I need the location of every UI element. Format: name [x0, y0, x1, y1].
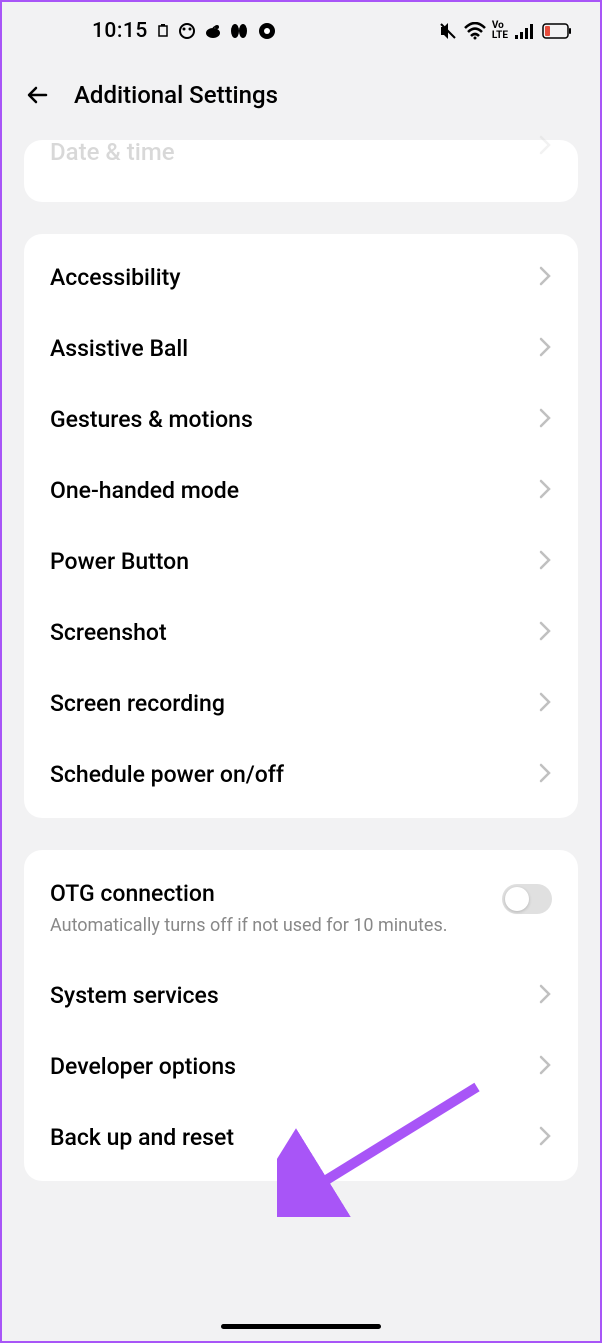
chevron-right-icon: [538, 1125, 552, 1151]
item-label: OTG connection: [50, 880, 502, 907]
item-text: OTG connection Automatically turns off i…: [50, 880, 502, 938]
circle-dot-icon: [258, 22, 276, 40]
status-time: 10:15: [92, 19, 148, 43]
status-bar: 10:15 VoLTE: [2, 2, 600, 60]
settings-card-system: OTG connection Automatically turns off i…: [24, 850, 578, 1181]
power-button-item[interactable]: Power Button: [24, 526, 578, 597]
item-label: Screenshot: [50, 619, 167, 646]
wifi-icon: [464, 22, 486, 40]
signal-icon: [514, 22, 536, 40]
settings-card-accessibility: Accessibility Assistive Ball Gestures & …: [24, 234, 578, 818]
item-label: Power Button: [50, 548, 189, 575]
item-label: Schedule power on/off: [50, 761, 284, 788]
status-right: VoLTE: [438, 21, 572, 41]
home-indicator[interactable]: [221, 1324, 381, 1329]
page-title: Additional Settings: [74, 81, 278, 109]
charging-icon: [156, 24, 170, 38]
item-label: Assistive Ball: [50, 335, 188, 362]
circle-icon: [178, 22, 196, 40]
item-label: Gestures & motions: [50, 406, 253, 433]
item-label: Screen recording: [50, 690, 225, 717]
chevron-right-icon: [538, 762, 552, 788]
otg-connection-item[interactable]: OTG connection Automatically turns off i…: [24, 858, 578, 960]
gestures-motions-item[interactable]: Gestures & motions: [24, 384, 578, 455]
item-label: Date & time: [50, 138, 175, 166]
pills-icon: [230, 22, 250, 40]
settings-content: Date & time Accessibility Assistive Ball…: [2, 130, 600, 1213]
chevron-right-icon: [538, 983, 552, 1009]
accessibility-item[interactable]: Accessibility: [24, 242, 578, 313]
chevron-right-icon: [538, 478, 552, 504]
screenshot-item[interactable]: Screenshot: [24, 597, 578, 668]
item-label: One-handed mode: [50, 477, 239, 504]
date-time-item-partial[interactable]: Date & time: [24, 138, 578, 178]
back-button[interactable]: [22, 79, 54, 111]
screen-recording-item[interactable]: Screen recording: [24, 668, 578, 739]
system-services-item[interactable]: System services: [24, 960, 578, 1031]
app-header: Additional Settings: [2, 60, 600, 130]
reddit-icon: [204, 22, 222, 40]
item-label: Accessibility: [50, 264, 181, 291]
otg-toggle[interactable]: [502, 884, 552, 914]
volte-icon: VoLTE: [492, 21, 508, 41]
item-label: Back up and reset: [50, 1124, 234, 1151]
chevron-right-icon: [538, 336, 552, 362]
chevron-right-icon: [538, 134, 552, 162]
developer-options-item[interactable]: Developer options: [24, 1031, 578, 1102]
back-up-reset-item[interactable]: Back up and reset: [24, 1102, 578, 1173]
one-handed-mode-item[interactable]: One-handed mode: [24, 455, 578, 526]
chevron-right-icon: [538, 265, 552, 291]
schedule-power-item[interactable]: Schedule power on/off: [24, 739, 578, 810]
status-left: 10:15: [92, 19, 276, 43]
chevron-right-icon: [538, 1054, 552, 1080]
toggle-knob: [505, 887, 529, 911]
chevron-right-icon: [538, 407, 552, 433]
arrow-left-icon: [24, 81, 52, 109]
item-label: Developer options: [50, 1053, 236, 1080]
item-label: System services: [50, 982, 219, 1009]
item-sublabel: Automatically turns off if not used for …: [50, 913, 450, 938]
battery-icon: [542, 23, 572, 39]
settings-card-datetime: Date & time: [24, 140, 578, 202]
mute-icon: [438, 21, 458, 41]
chevron-right-icon: [538, 620, 552, 646]
chevron-right-icon: [538, 549, 552, 575]
chevron-right-icon: [538, 691, 552, 717]
assistive-ball-item[interactable]: Assistive Ball: [24, 313, 578, 384]
